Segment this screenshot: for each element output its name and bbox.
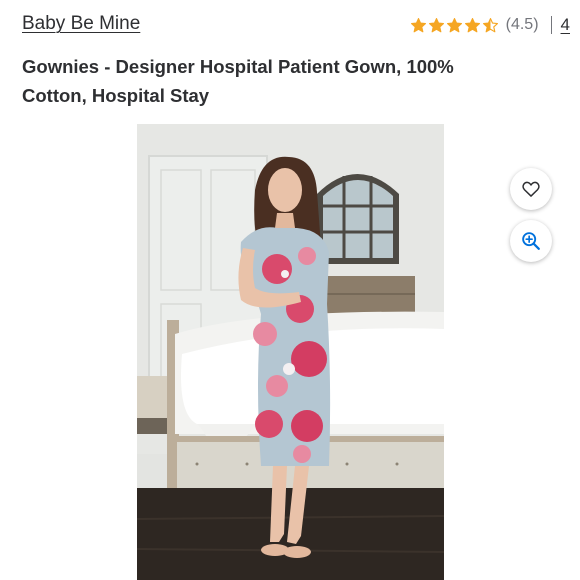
star-full-icon [410, 17, 426, 32]
product-image[interactable] [137, 124, 444, 580]
add-to-favorites-button[interactable] [510, 168, 552, 210]
zoom-image-button[interactable] [510, 220, 552, 262]
star-rating [410, 17, 500, 34]
header-row: Baby Be Mine (4.5) 4 [22, 12, 570, 38]
star-full-icon [464, 17, 480, 32]
star-full-icon [428, 17, 444, 32]
divider [550, 16, 552, 34]
brand-link[interactable]: Baby Be Mine [22, 13, 140, 35]
rating-value: (4.5) [505, 16, 539, 33]
star-full-icon [446, 17, 462, 32]
product-photo [137, 124, 444, 580]
product-title: Gownies - Designer Hospital Patient Gown… [22, 56, 454, 106]
star-half-icon [482, 17, 498, 32]
rating-summary[interactable]: (4.5) 4 [410, 12, 570, 38]
zoom-in-icon [522, 232, 540, 250]
review-count-link[interactable]: 4 [561, 15, 570, 35]
heart-icon [522, 181, 540, 197]
